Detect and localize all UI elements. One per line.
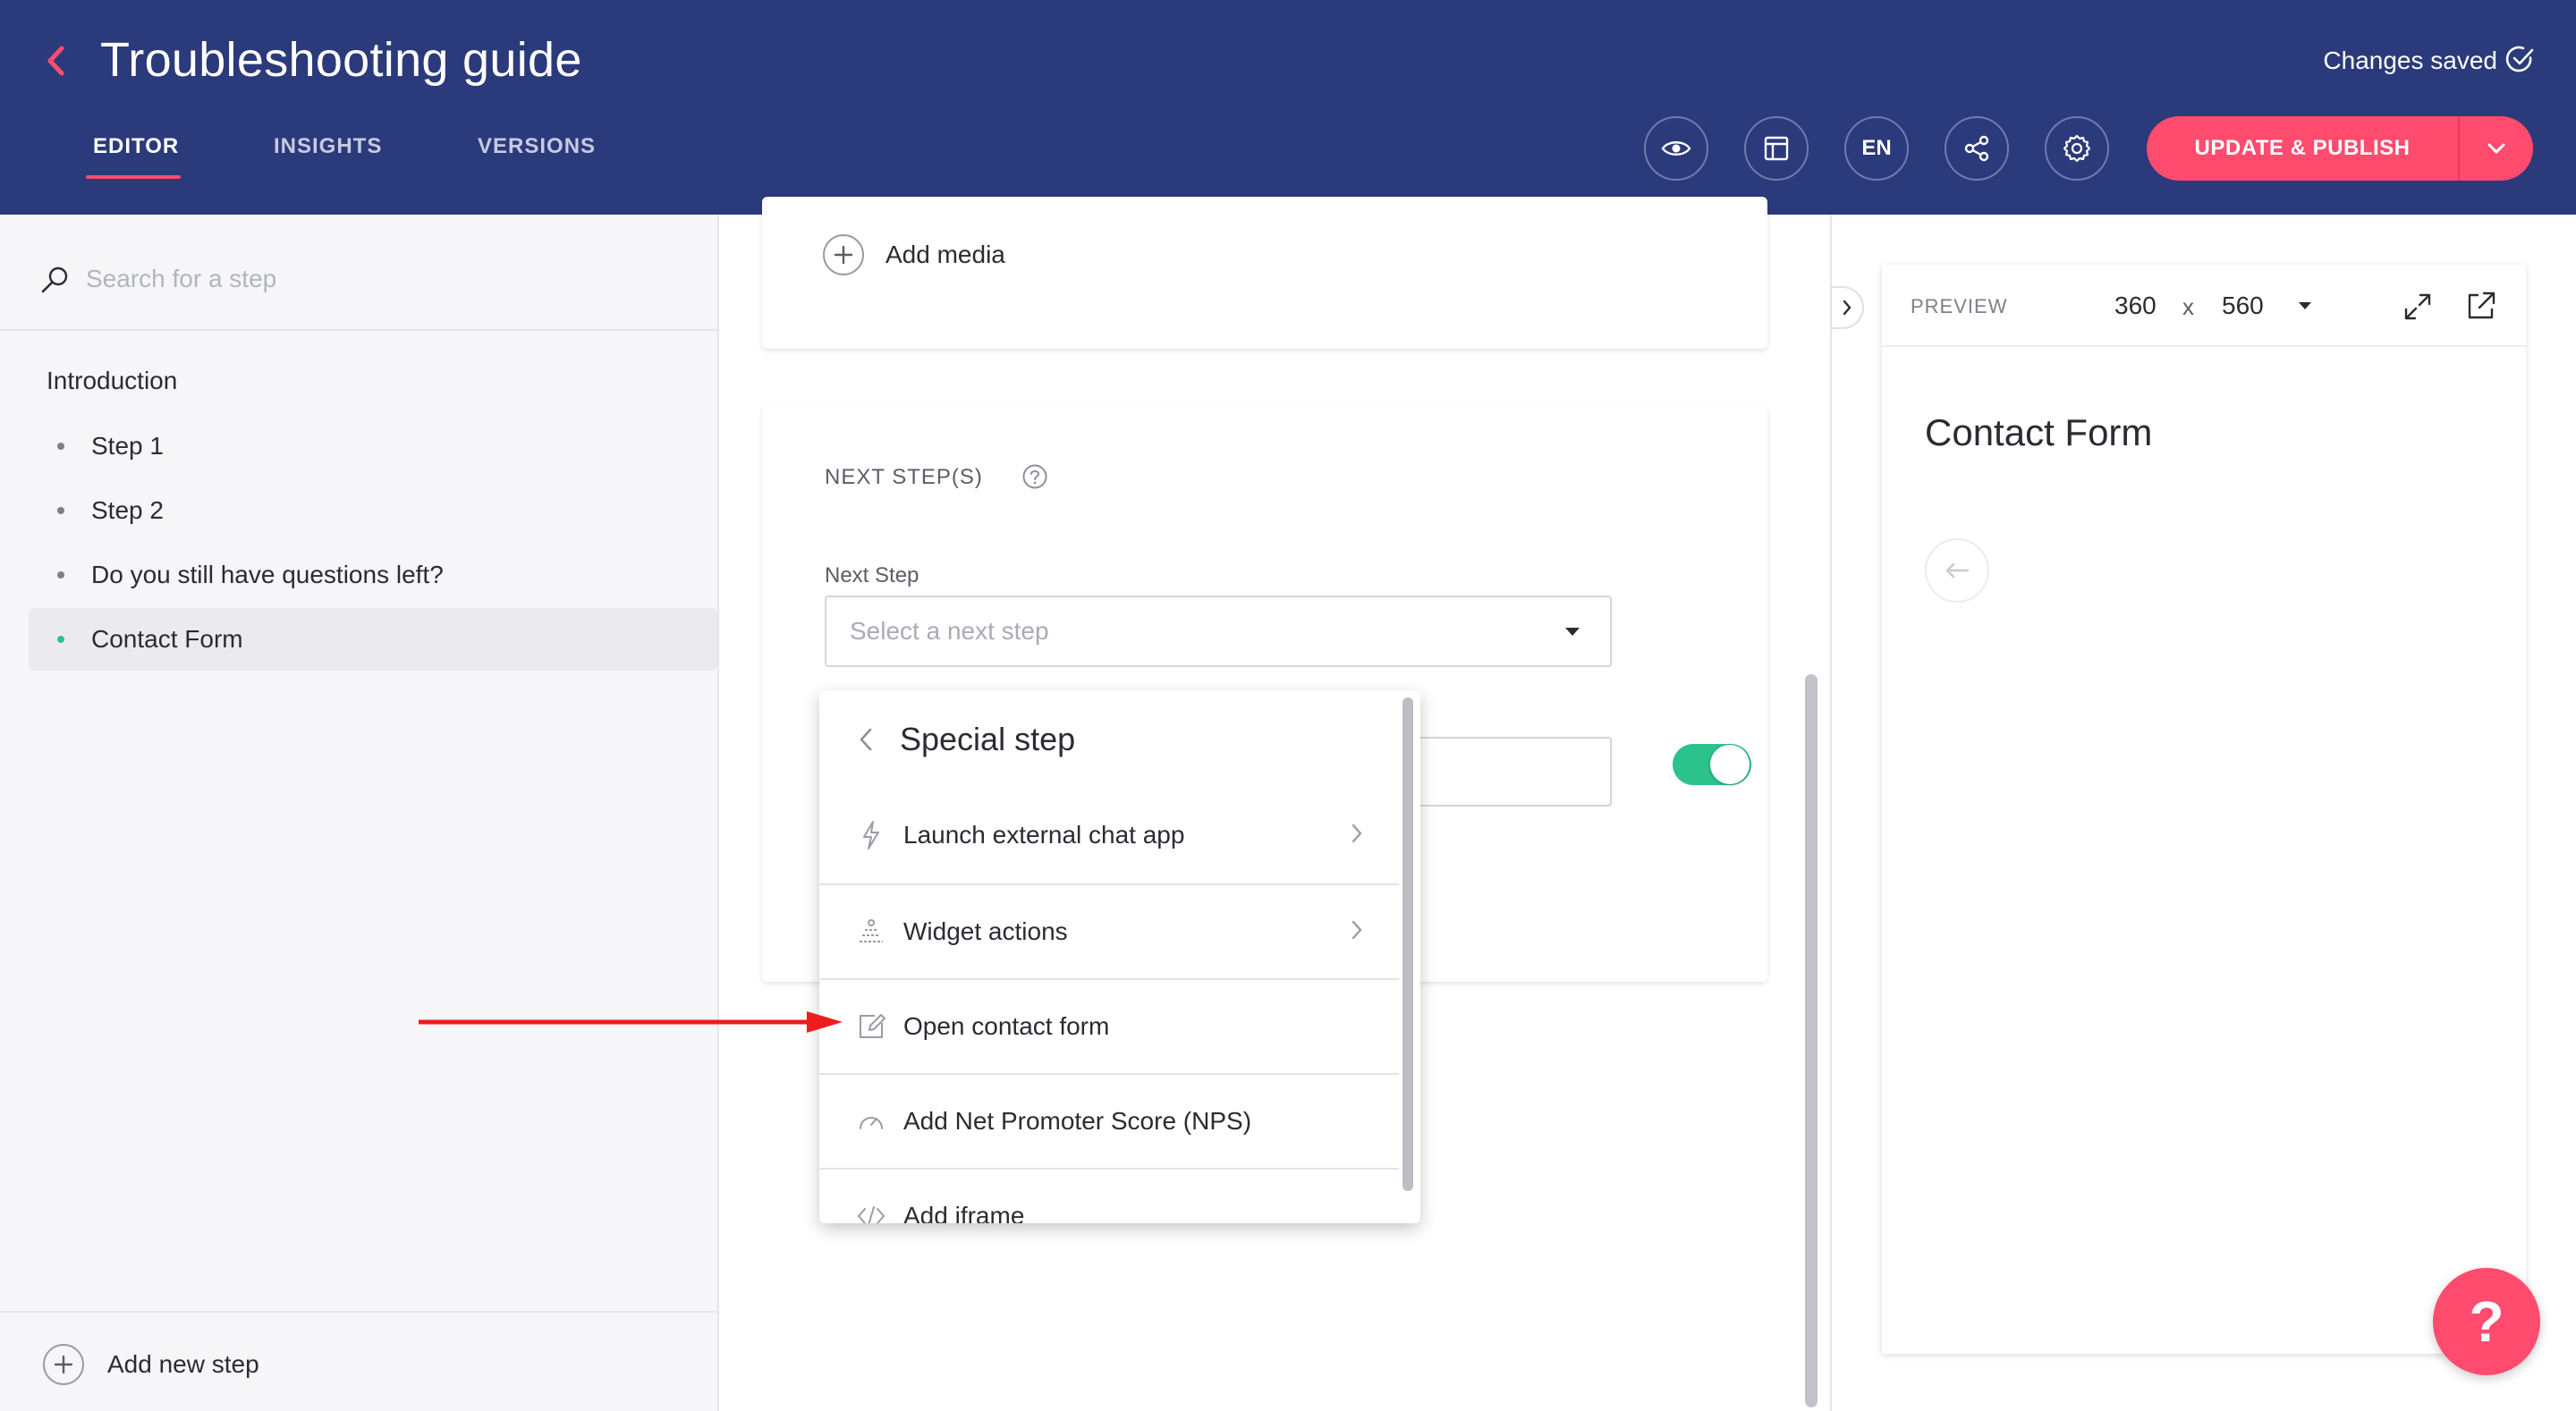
search-input[interactable] <box>86 254 676 304</box>
sidebar-item-questions-left[interactable]: Do you still have questions left? <box>29 544 717 606</box>
sidebar-item-step-2[interactable]: Step 2 <box>29 479 717 542</box>
widget-icon <box>853 917 889 946</box>
add-media-label: Add media <box>886 241 1005 268</box>
dropdown-scrollbar[interactable] <box>1402 697 1413 1191</box>
select-placeholder: Select a next step <box>850 617 1049 645</box>
chevron-left-icon <box>859 727 873 752</box>
sidebar-item-label: Do you still have questions left? <box>91 561 444 588</box>
steps-sidebar: Introduction Step 1 Step 2 Do you still … <box>0 215 719 1411</box>
editor-scrollbar[interactable] <box>1805 674 1818 1407</box>
plus-icon <box>823 234 864 275</box>
menu-item-label: Add Net Promoter Score (NPS) <box>903 1107 1252 1135</box>
media-card: Add media <box>762 197 1767 349</box>
menu-item-launch-chat[interactable]: Launch external chat app <box>819 789 1399 882</box>
caret-down-icon <box>1565 628 1580 636</box>
arrow-left-icon <box>1944 562 1970 579</box>
chevron-right-icon <box>1351 919 1363 941</box>
menu-item-widget-actions[interactable]: Widget actions <box>819 885 1399 978</box>
update-publish-button[interactable]: UPDATE & PUBLISH <box>2147 116 2458 181</box>
page-title: Troubleshooting guide <box>100 33 582 87</box>
back-button[interactable] <box>38 41 73 80</box>
language-button[interactable]: EN <box>1844 116 1909 181</box>
search-box <box>39 254 683 304</box>
preview-step-title: Contact Form <box>1925 411 2153 453</box>
active-tab-indicator <box>86 175 181 179</box>
back-chevron-icon <box>46 45 65 77</box>
sidebar-item-introduction[interactable]: Introduction <box>47 367 177 395</box>
publish-options-button[interactable] <box>2460 116 2533 181</box>
gear-icon <box>2062 133 2092 164</box>
expand-icon[interactable] <box>2402 291 2433 322</box>
section-title: NEXT STEP(S) <box>825 465 983 489</box>
language-label: EN <box>1861 136 1892 160</box>
eye-icon <box>1661 138 1691 159</box>
menu-item-add-iframe[interactable]: Add iframe <box>819 1170 1399 1223</box>
settings-button[interactable] <box>2045 116 2109 181</box>
add-new-step-label: Add new step <box>107 1350 259 1378</box>
sidebar-item-label: Contact Form <box>91 625 243 653</box>
code-icon <box>853 1204 889 1223</box>
help-circle-icon[interactable] <box>1021 463 1048 490</box>
preview-eye-button[interactable] <box>1644 116 1708 181</box>
dropdown-back-header[interactable]: Special step <box>819 690 1392 789</box>
preview-height[interactable]: 560 <box>2222 291 2264 320</box>
preview-back-button[interactable] <box>1925 538 1989 603</box>
menu-item-label: Open contact form <box>903 1012 1110 1040</box>
sidebar-item-label: Step 1 <box>91 432 164 460</box>
toggle-switch[interactable] <box>1673 744 1751 785</box>
tab-versions[interactable]: VERSIONS <box>478 134 596 159</box>
dropdown-title: Special step <box>900 721 1076 757</box>
chevron-right-icon <box>1351 823 1363 844</box>
menu-item-add-nps[interactable]: Add Net Promoter Score (NPS) <box>819 1075 1399 1168</box>
chevron-down-icon <box>2487 142 2506 155</box>
help-chat-button[interactable]: ? <box>2433 1268 2540 1375</box>
special-step-dropdown: Special step Launch external chat app Wi… <box>819 690 1420 1223</box>
menu-item-label: Add iframe <box>903 1202 1025 1223</box>
preview-label: PREVIEW <box>1911 295 2008 317</box>
add-new-step-button[interactable]: Add new step <box>43 1343 259 1386</box>
gauge-icon <box>853 1107 889 1136</box>
next-step-label: Next Step <box>825 563 919 587</box>
divider <box>0 329 717 331</box>
next-step-select[interactable]: Select a next step <box>825 596 1612 667</box>
save-status: Changes saved <box>2323 46 2497 74</box>
tab-editor[interactable]: EDITOR <box>93 134 179 159</box>
chevron-right-icon <box>1842 299 1852 317</box>
sidebar-item-step-1[interactable]: Step 1 <box>29 415 717 477</box>
share-button[interactable] <box>1945 116 2009 181</box>
preview-toolbar: PREVIEW 360 x 560 <box>1882 265 2526 347</box>
preview-width[interactable]: 360 <box>2114 291 2157 320</box>
tab-insights[interactable]: INSIGHTS <box>274 134 382 159</box>
top-header: Troubleshooting guide EDITOR INSIGHTS VE… <box>0 0 2576 215</box>
bullet-icon <box>57 636 64 643</box>
divider <box>0 1311 717 1313</box>
external-link-icon[interactable] <box>2465 290 2497 322</box>
bullet-icon <box>57 507 64 514</box>
size-dropdown-icon[interactable] <box>2299 302 2311 309</box>
bullet-icon <box>57 571 64 579</box>
bullet-icon <box>57 443 64 450</box>
check-circle-icon <box>2504 44 2535 74</box>
layout-button[interactable] <box>1744 116 1809 181</box>
share-icon <box>1962 134 1991 163</box>
lightning-icon <box>853 820 889 850</box>
search-icon <box>39 265 70 295</box>
menu-item-label: Launch external chat app <box>903 821 1185 849</box>
add-media-button[interactable]: Add media <box>823 234 1005 275</box>
sidebar-item-contact-form[interactable]: Contact Form <box>29 608 717 671</box>
plus-icon <box>43 1344 84 1385</box>
edit-form-icon <box>853 1012 889 1041</box>
layout-icon <box>1763 135 1790 162</box>
menu-item-label: Widget actions <box>903 917 1068 945</box>
sidebar-item-label: Step 2 <box>91 496 164 524</box>
red-arrow-annotation <box>417 1009 846 1035</box>
dimension-separator: x <box>2182 293 2194 320</box>
menu-item-open-contact-form[interactable]: Open contact form <box>819 980 1399 1073</box>
toggle-knob <box>1710 745 1750 784</box>
preview-card: PREVIEW 360 x 560 Contact Form <box>1882 265 2526 1354</box>
